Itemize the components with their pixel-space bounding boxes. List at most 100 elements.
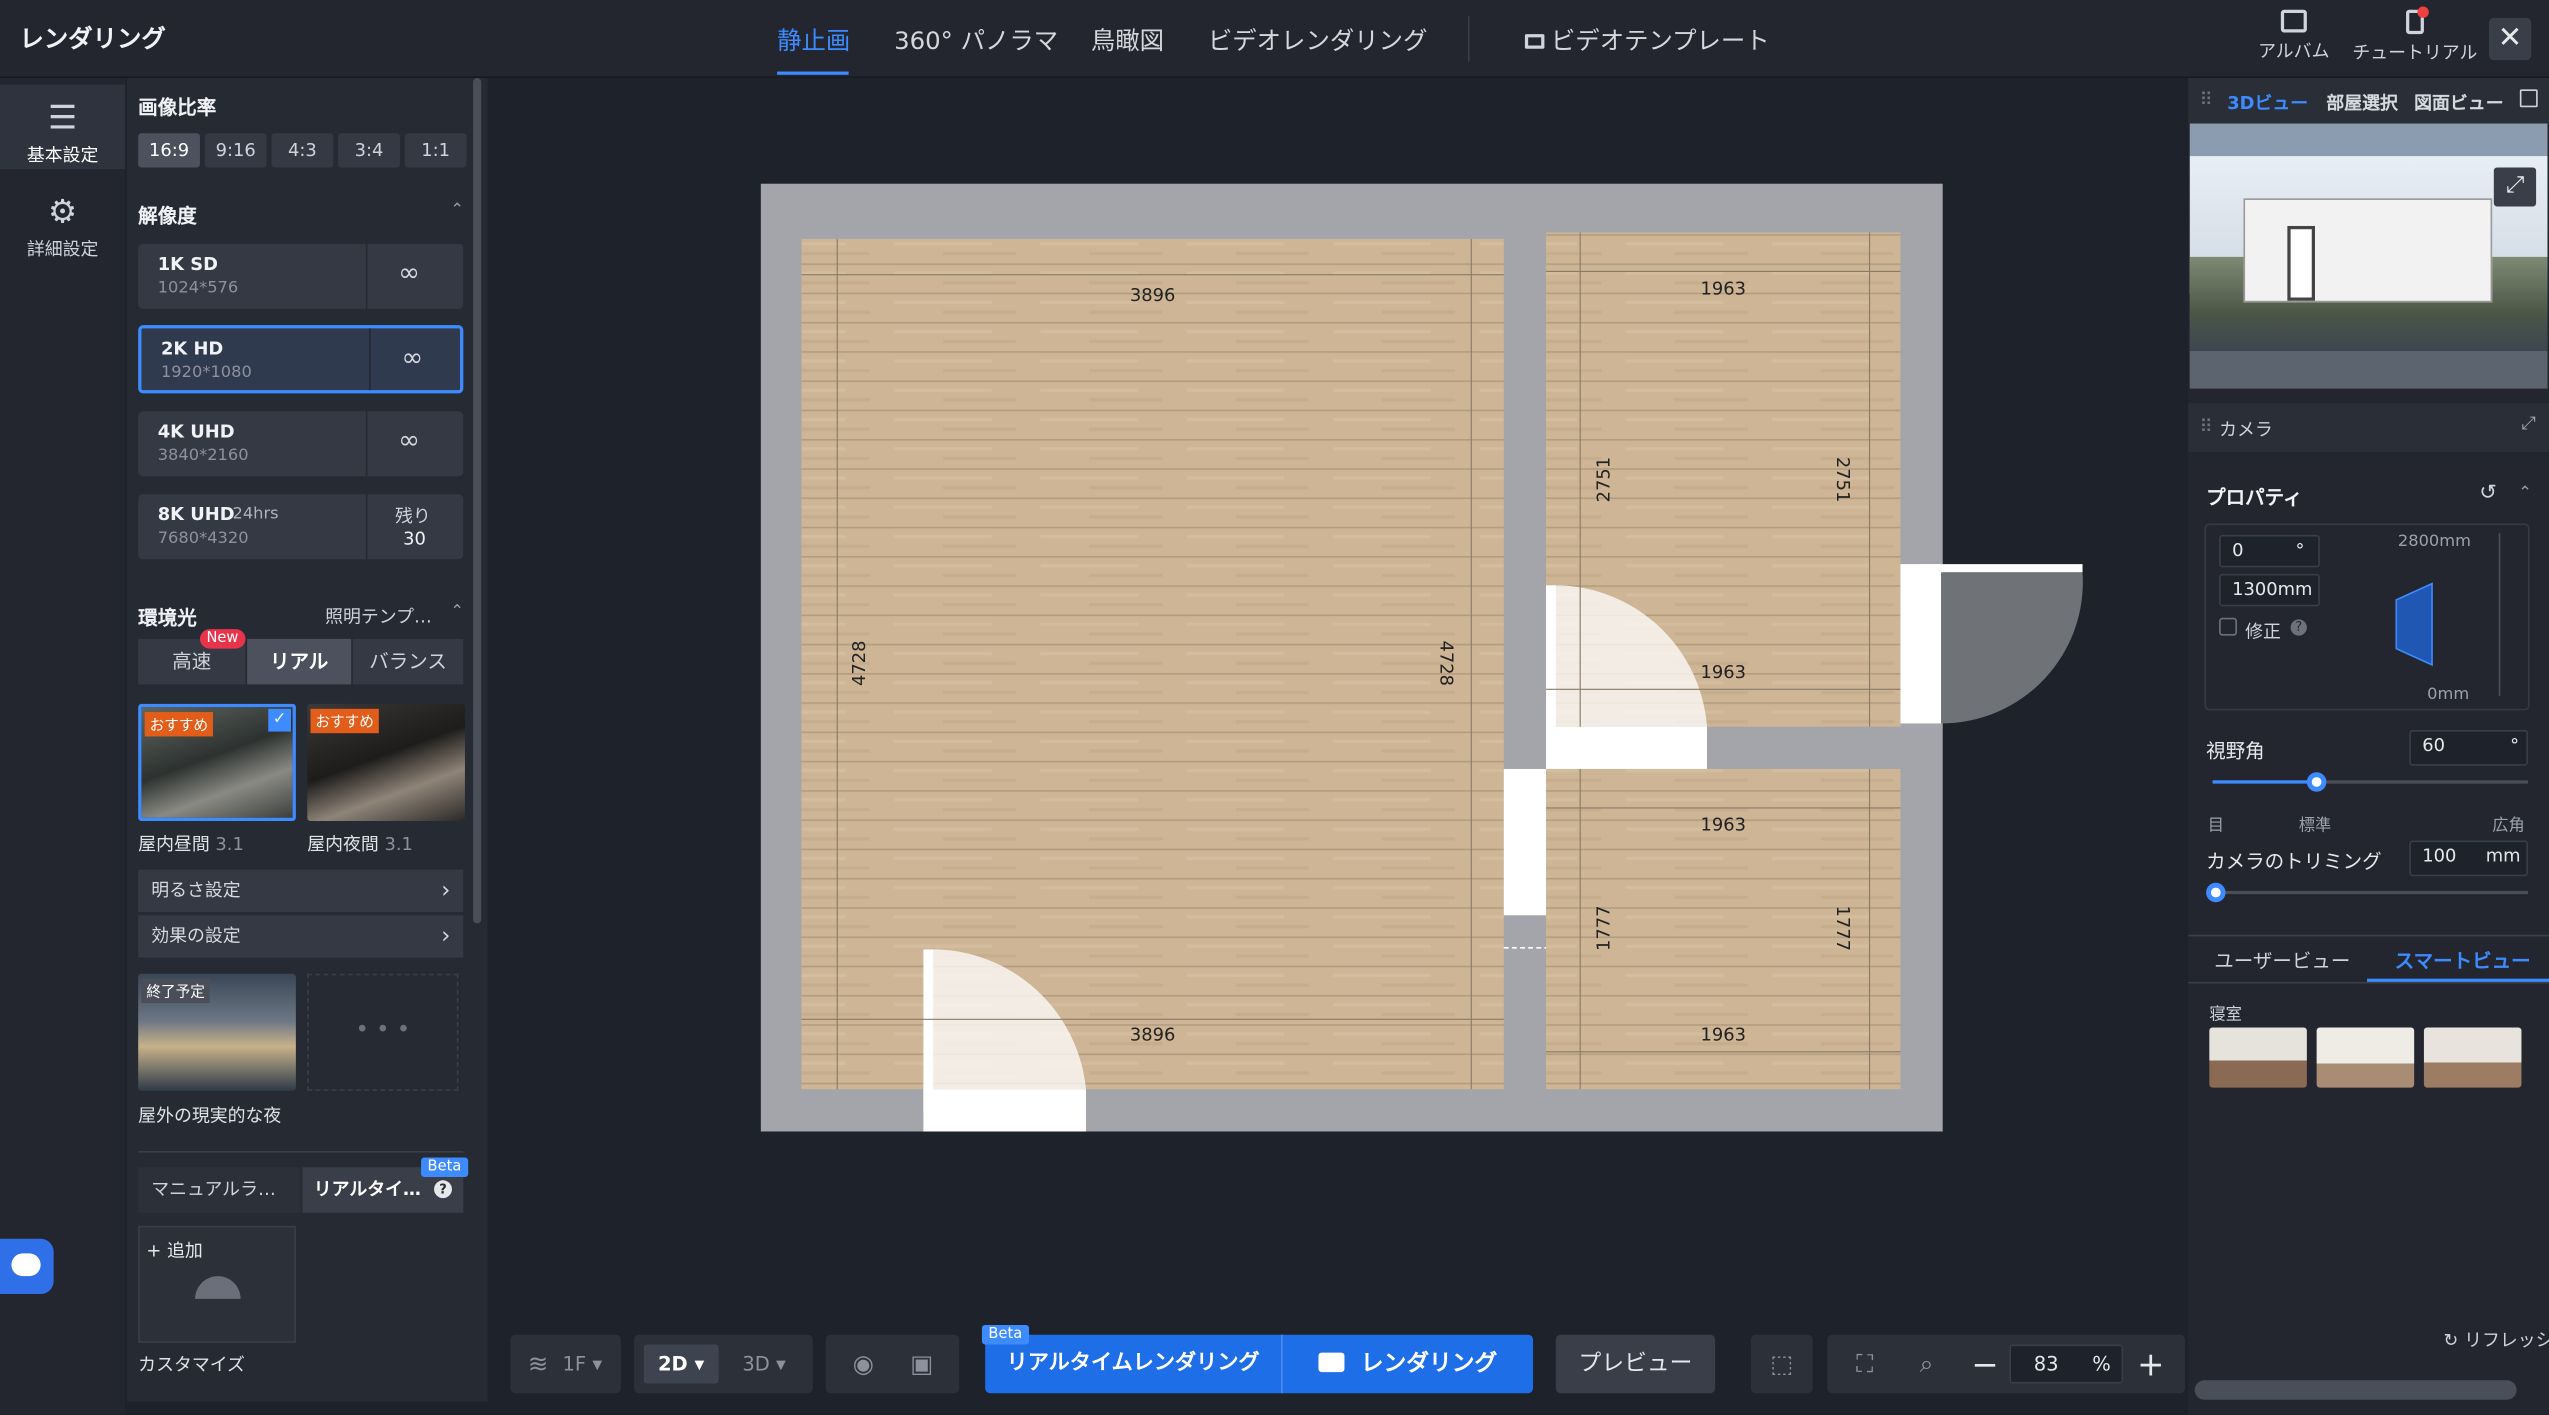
drag-handle-icon[interactable]: ⠿: [2200, 416, 2213, 437]
zoom-search-icon[interactable]: ⌕: [1909, 1335, 1945, 1394]
dim-label: 1777: [1593, 906, 1614, 951]
floor-plan[interactable]: 3896 3896 4728 4728 1963 1963 1963 1963 …: [488, 78, 2187, 1330]
res-size: 1024*576: [157, 279, 239, 298]
collapse-icon[interactable]: ⌃: [450, 603, 464, 621]
zoom-out-button[interactable]: −: [1967, 1335, 2003, 1394]
trim-slider-knob[interactable]: [2206, 882, 2226, 903]
collapse-icon[interactable]: ⌃: [2518, 484, 2532, 502]
reset-icon[interactable]: ↺: [2479, 481, 2497, 505]
fix-checkbox[interactable]: [2219, 617, 2237, 636]
brightness-settings[interactable]: 明るさ設定 ›: [138, 869, 464, 913]
help-icon[interactable]: ?: [2290, 619, 2307, 636]
env-mode-real[interactable]: リアル: [247, 638, 352, 685]
ratio-title: 画像比率: [138, 95, 217, 119]
zoom-in-button[interactable]: +: [2133, 1335, 2169, 1394]
cube-icon[interactable]: ▣: [904, 1335, 940, 1394]
eye-icon[interactable]: ◉: [845, 1335, 881, 1394]
angle-input[interactable]: 0 °: [2219, 534, 2320, 568]
render-button[interactable]: レンダリング: [1283, 1335, 1533, 1394]
close-button[interactable]: ✕: [2488, 17, 2532, 61]
recommend-tag: おすすめ: [310, 708, 379, 734]
rail-advanced-settings[interactable]: ⚙ 詳細設定: [0, 182, 125, 267]
album-button[interactable]: アルバム: [2258, 9, 2329, 64]
popout-icon[interactable]: [2519, 89, 2538, 108]
user-view-tab[interactable]: ユーザービュー: [2214, 946, 2350, 974]
trim-slider-track[interactable]: [2212, 890, 2528, 895]
room-living: [801, 238, 1504, 1090]
dim-label: 1777: [1832, 906, 1853, 952]
right-panel-scrollbar[interactable]: [2194, 1380, 2517, 1400]
collapse-icon[interactable]: ⌃: [450, 202, 464, 220]
preview-button[interactable]: プレビュー: [1555, 1334, 1716, 1394]
door-opening-entrance: [923, 1089, 1086, 1132]
tab-birdseye[interactable]: 鳥瞰図: [1091, 23, 1164, 57]
res-1k[interactable]: 1K SD 1024*576 ∞: [138, 243, 464, 309]
remain-count: 30: [403, 528, 426, 550]
left-panel-scrollbar[interactable]: [473, 78, 482, 924]
chat-button[interactable]: [0, 1238, 54, 1295]
tab-panorama[interactable]: 360° パノラマ: [894, 23, 1058, 57]
add-light-card[interactable]: + 追加: [138, 1225, 296, 1343]
lighting-template-link[interactable]: 照明テンプ…: [325, 603, 432, 629]
preset-indoor-day[interactable]: おすすめ ✓: [138, 703, 296, 821]
fov-slider-knob[interactable]: [2306, 772, 2327, 792]
effect-settings[interactable]: 効果の設定 ›: [138, 915, 464, 958]
refresh-icon: ↻: [2443, 1329, 2459, 1351]
focus-icon[interactable]: ⛶: [1847, 1335, 1883, 1394]
realtime-render-button[interactable]: リアルタイムレンダリング: [985, 1335, 1281, 1394]
mode-3d-button[interactable]: 3D ▾: [732, 1335, 797, 1394]
ratio-3-4[interactable]: 3:4: [338, 133, 400, 168]
tab-active-underline: [777, 71, 849, 75]
tab-still[interactable]: 静止画: [777, 23, 850, 57]
mini-3d-view[interactable]: ⤢: [2189, 123, 2548, 389]
tutorial-button[interactable]: チュートリアル: [2352, 9, 2477, 65]
add-label: + 追加: [146, 1240, 203, 1262]
ending-tag: 終了予定: [141, 978, 210, 1004]
smart-view-thumb-2[interactable]: [2316, 1027, 2415, 1088]
res-2k[interactable]: 2K HD 1920*1080 ∞: [138, 325, 464, 394]
expand-icon[interactable]: ⤢: [2493, 167, 2537, 207]
tab-divider: [1468, 16, 1470, 62]
tab-3d-view[interactable]: 3Dビュー: [2227, 89, 2308, 115]
preset-indoor-night[interactable]: おすすめ: [307, 703, 465, 821]
mode-2d-button[interactable]: 2D ▾: [643, 1344, 719, 1384]
tab-plan-view[interactable]: 図面ビュー: [2414, 89, 2503, 115]
expand-icon[interactable]: ⤢: [2521, 413, 2535, 436]
dim-label: 4728: [849, 641, 870, 686]
res-4k[interactable]: 4K UHD 3840*2160 ∞: [138, 411, 464, 477]
floor-selector[interactable]: ≋ 1F ▾: [510, 1334, 622, 1394]
check-icon: ✓: [268, 708, 292, 732]
manual-light-tab[interactable]: マニュアルラ…: [138, 1167, 301, 1213]
preset-indoor-night-label: 屋内夜間 3.1: [307, 833, 413, 856]
preset-outdoor-night[interactable]: 終了予定: [138, 973, 296, 1091]
zoom-input[interactable]: 83 %: [2009, 1344, 2124, 1384]
tab-video-render[interactable]: ビデオレンダリング: [1208, 23, 1427, 57]
fit-screen-button[interactable]: ⬚: [1750, 1334, 1813, 1394]
tab-room-select[interactable]: 部屋選択: [2326, 89, 2398, 115]
more-presets[interactable]: • • •: [307, 973, 459, 1091]
smart-view-thumb-1[interactable]: [2209, 1027, 2307, 1088]
drag-handle-icon[interactable]: ⠿: [2200, 89, 2213, 110]
fov-tick-wide: 広角: [2492, 817, 2525, 836]
fov-input[interactable]: 60 °: [2409, 729, 2528, 766]
rail-basic-settings[interactable]: ☰ 基本設定: [0, 84, 126, 170]
refresh-button[interactable]: ↻ リフレッシ: [2443, 1327, 2549, 1353]
trim-input[interactable]: 100 mm: [2409, 840, 2528, 877]
smart-view-thumb-3[interactable]: [2423, 1027, 2522, 1088]
help-icon[interactable]: ?: [434, 1180, 452, 1199]
ratio-4-3[interactable]: 4:3: [271, 133, 334, 168]
customize-label: カスタマイズ: [138, 1354, 245, 1376]
fov-value: 60: [2422, 734, 2446, 756]
ratio-16-9[interactable]: 16:9: [138, 133, 200, 168]
height-input[interactable]: 1300mm: [2219, 573, 2320, 607]
env-mode-balance[interactable]: バランス: [352, 638, 464, 685]
ratio-9-16[interactable]: 9:16: [204, 133, 267, 168]
camera-frustum-icon[interactable]: [2393, 577, 2439, 670]
new-badge: New: [199, 629, 245, 649]
smart-view-tab[interactable]: スマートビュー: [2395, 946, 2531, 974]
tab-video-template[interactable]: ビデオテンプレート: [1524, 23, 1770, 57]
res-8k[interactable]: 8K UHD 24hrs 7680*4320 残り 30: [138, 494, 464, 560]
lamp-icon: [195, 1276, 241, 1299]
divider: [2188, 981, 2549, 984]
ratio-1-1[interactable]: 1:1: [404, 133, 467, 168]
